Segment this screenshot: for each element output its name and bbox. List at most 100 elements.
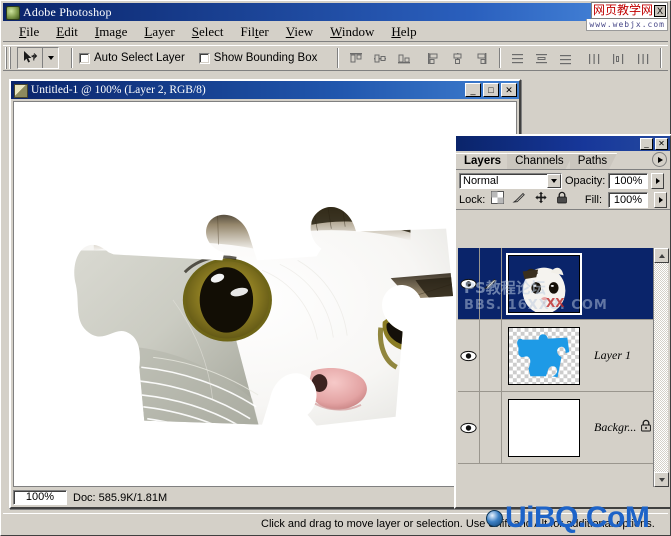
- align-vertical-centers-icon[interactable]: [369, 48, 391, 68]
- lock-row: Lock: Fill: 100%: [456, 190, 670, 210]
- application-title: Adobe Photoshop: [23, 5, 112, 19]
- tab-layers[interactable]: Layers: [456, 153, 511, 169]
- menu-bar: FFileile Edit Image Layer Select Filter …: [3, 22, 668, 42]
- distribute-group-horizontal: [584, 48, 654, 68]
- zoom-level-field[interactable]: 100%: [13, 490, 67, 505]
- menu-item-layer[interactable]: Layer: [136, 23, 183, 41]
- lock-all-icon[interactable]: [556, 191, 568, 209]
- document-status-bar: 100% Doc: 585.9K/1.81M: [13, 489, 517, 506]
- menu-item-select[interactable]: Select: [184, 23, 233, 41]
- white-background-thumbnail: [509, 399, 579, 456]
- distribute-vertical-centers-icon[interactable]: [531, 48, 553, 68]
- layer-visibility-toggle[interactable]: [458, 320, 480, 391]
- application-status-bar: Click and drag to move layer or selectio…: [3, 513, 668, 533]
- document-icon: [13, 83, 28, 98]
- menu-item-window[interactable]: Window: [322, 23, 383, 41]
- layers-list[interactable]: PS教程论坛 BBS. 16XX8. COM XX Layer 1 Backgr…: [458, 248, 668, 487]
- menu-item-file[interactable]: FFileile: [11, 23, 48, 41]
- scroll-up-arrow-icon[interactable]: [654, 248, 669, 263]
- menu-item-help[interactable]: Help: [383, 23, 425, 41]
- tool-options-bar: Auto Select Layer Show Bounding Box: [3, 45, 668, 71]
- layer-thumbnail[interactable]: [508, 398, 580, 457]
- menu-item-view[interactable]: View: [278, 23, 322, 41]
- show-bounding-box-label: Show Bounding Box: [213, 52, 318, 64]
- watermark-top-right: 网页教学网 X www.webjx.com: [570, 2, 668, 33]
- align-left-edges-icon[interactable]: [423, 48, 445, 68]
- layers-palette-minimize-button[interactable]: _: [640, 137, 653, 150]
- lock-transparent-pixels-icon[interactable]: [491, 190, 505, 209]
- layer-link-cell[interactable]: [480, 392, 502, 463]
- layer-name-label[interactable]: Backgr...: [594, 420, 636, 435]
- distribute-horizontal-centers-icon[interactable]: [608, 48, 630, 68]
- layer-edit-indicator[interactable]: [480, 248, 502, 319]
- align-horizontal-centers-icon[interactable]: [447, 48, 469, 68]
- align-group-vertical: [345, 48, 415, 68]
- application-title-bar: Adobe Photoshop: [3, 3, 668, 21]
- menu-item-edit[interactable]: Edit: [48, 23, 87, 41]
- chevron-down-icon[interactable]: [43, 48, 58, 68]
- palette-menu-icon[interactable]: [652, 152, 667, 167]
- eye-icon: [460, 422, 477, 433]
- checkbox-box[interactable]: [198, 52, 210, 64]
- options-divider-3: [498, 48, 501, 68]
- document-close-button[interactable]: ✕: [501, 83, 517, 97]
- document-maximize-button[interactable]: □: [483, 83, 499, 97]
- photoshop-app-icon: [5, 5, 20, 20]
- distribute-right-edges-icon[interactable]: [632, 48, 654, 68]
- align-top-edges-icon[interactable]: [345, 48, 367, 68]
- lock-image-pixels-icon[interactable]: [512, 191, 526, 209]
- move-tool-icon[interactable]: [18, 48, 42, 68]
- table-row[interactable]: PS教程论坛 BBS. 16XX8. COM XX: [458, 248, 668, 320]
- opacity-label: Opacity:: [565, 174, 606, 187]
- document-title-bar[interactable]: Untitled-1 @ 100% (Layer 2, RGB/8) _ □ ✕: [11, 81, 519, 99]
- distribute-bottom-edges-icon[interactable]: [555, 48, 577, 68]
- blend-mode-value: Normal: [463, 174, 499, 187]
- padlock-icon: [640, 419, 652, 437]
- watermark-close-icon[interactable]: X: [654, 4, 666, 17]
- paintbrush-icon: [483, 278, 497, 289]
- distribute-top-edges-icon[interactable]: [507, 48, 529, 68]
- opacity-slider-button[interactable]: [651, 172, 665, 189]
- distribute-left-edges-icon[interactable]: [584, 48, 606, 68]
- auto-select-layer-checkbox[interactable]: Auto Select Layer: [79, 52, 185, 64]
- layer-visibility-toggle[interactable]: [458, 248, 480, 319]
- options-divider-2: [337, 48, 340, 68]
- menu-item-filter[interactable]: Filter: [233, 23, 278, 41]
- fill-slider-button[interactable]: [654, 191, 667, 208]
- document-size-label: Doc: 585.9K/1.81M: [73, 491, 168, 504]
- tab-channels[interactable]: Channels: [507, 153, 574, 169]
- table-row[interactable]: Layer 1: [458, 320, 668, 392]
- menu-item-image[interactable]: Image: [87, 23, 137, 41]
- lock-position-icon[interactable]: [534, 191, 548, 209]
- table-row[interactable]: Backgr...: [458, 392, 668, 464]
- layer-thumbnail[interactable]: [506, 252, 582, 315]
- watermark-chinese-text: 网页教学网 X: [590, 2, 668, 19]
- tab-paths[interactable]: Paths: [570, 153, 617, 169]
- opacity-field[interactable]: 100%: [608, 172, 649, 189]
- cat-face-thumbnail: [509, 255, 579, 312]
- status-hint-text: Click and drag to move layer or selectio…: [261, 517, 655, 530]
- options-bar-gripper[interactable]: [5, 47, 14, 69]
- layer-name-label[interactable]: Layer 1: [594, 348, 631, 363]
- layers-palette-title-bar[interactable]: _ ✕: [456, 136, 670, 151]
- fill-field[interactable]: 100%: [608, 191, 648, 208]
- checkbox-box[interactable]: [79, 52, 90, 64]
- layers-list-scrollbar[interactable]: [653, 248, 669, 487]
- fill-label: Fill:: [584, 193, 602, 206]
- auto-select-layer-label: Auto Select Layer: [94, 52, 185, 64]
- align-right-edges-icon[interactable]: [471, 48, 493, 68]
- align-bottom-edges-icon[interactable]: [393, 48, 415, 68]
- watermark-url: www.webjx.com: [586, 19, 668, 31]
- layers-palette-close-button[interactable]: ✕: [655, 137, 668, 150]
- show-bounding-box-checkbox[interactable]: Show Bounding Box: [198, 52, 318, 64]
- eye-icon: [460, 278, 477, 289]
- scroll-down-arrow-icon[interactable]: [654, 472, 669, 487]
- layer-link-cell[interactable]: [480, 320, 502, 391]
- layer-visibility-toggle[interactable]: [458, 392, 480, 463]
- chevron-down-icon[interactable]: [547, 173, 561, 188]
- document-canvas[interactable]: [13, 101, 517, 487]
- blend-mode-select[interactable]: Normal: [459, 172, 562, 189]
- options-divider-1: [71, 48, 73, 68]
- document-minimize-button[interactable]: _: [465, 83, 481, 97]
- layer-thumbnail[interactable]: [508, 326, 580, 385]
